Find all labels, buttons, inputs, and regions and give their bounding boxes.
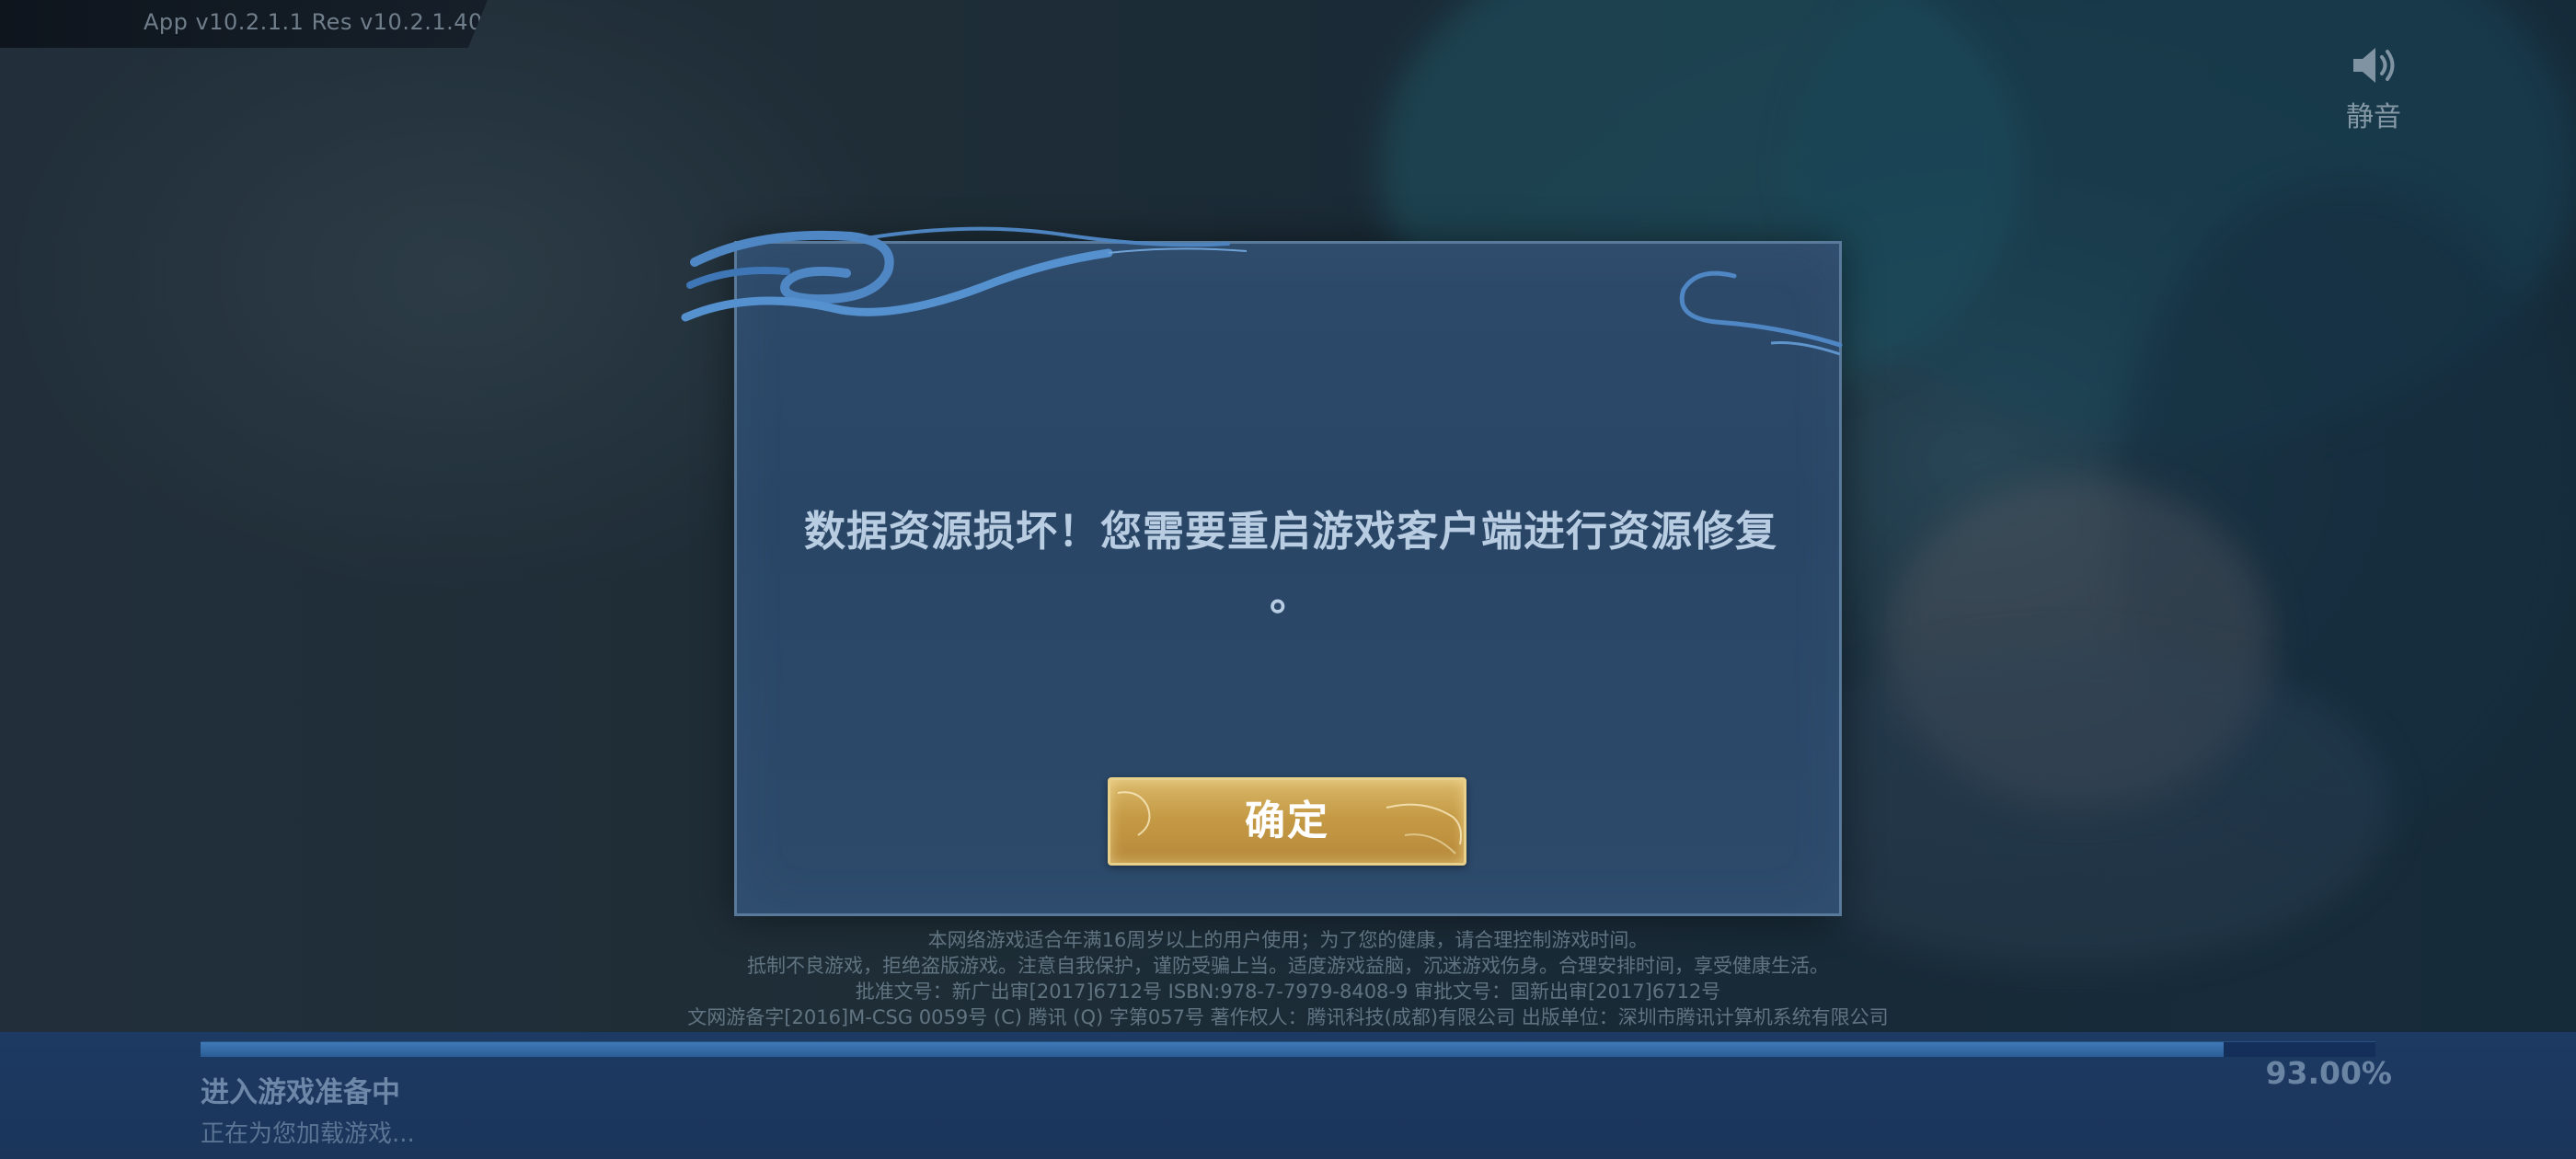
version-bar: App v10.2.1.1 Res v10.2.1.40: [0, 0, 488, 48]
loading-title: 进入游戏准备中: [201, 1076, 400, 1109]
loading-subtitle: 正在为您加载游戏...: [201, 1120, 415, 1148]
legal-notice: 本网络游戏适合年满16周岁以上的用户使用；为了您的健康，请合理控制游戏时间。 抵…: [552, 927, 2024, 1030]
mute-button[interactable]: 静音: [2328, 37, 2420, 138]
version-text: App v10.2.1.1 Res v10.2.1.40: [144, 9, 483, 35]
progress-fill: [201, 1042, 2224, 1057]
progress-track: [201, 1041, 2375, 1057]
speaker-icon: [2353, 48, 2395, 83]
mute-label: 静音: [2346, 101, 2401, 133]
loading-percent: 93.00%: [2265, 1055, 2392, 1091]
legal-line: 批准文号：新广出审[2017]6712号 ISBN:978-7-7979-840…: [855, 981, 1721, 1003]
legal-line: 文网游备字[2016]M-CSG 0059号 (C) 腾讯 (Q) 字第057号…: [687, 1006, 1889, 1028]
confirm-button-label: 确定: [1245, 798, 1329, 844]
dialog-message: 数据资源损坏！您需要重启游戏客户端进行资源修复 。: [737, 499, 1845, 628]
dialog-message-line1: 数据资源损坏！您需要重启游戏客户端进行资源修复: [803, 507, 1777, 556]
dialog-message-line2: 。: [1269, 571, 1312, 620]
loading-panel: 进入游戏准备中 正在为您加载游戏... 93.00%: [0, 1032, 2576, 1159]
confirm-button[interactable]: 确定: [1108, 777, 1466, 866]
legal-line: 本网络游戏适合年满16周岁以上的用户使用；为了您的健康，请合理控制游戏时间。: [927, 929, 1649, 951]
legal-line: 抵制不良游戏，拒绝盗版游戏。注意自我保护，谨防受骗上当。适度游戏益脑，沉迷游戏伤…: [747, 955, 1829, 977]
